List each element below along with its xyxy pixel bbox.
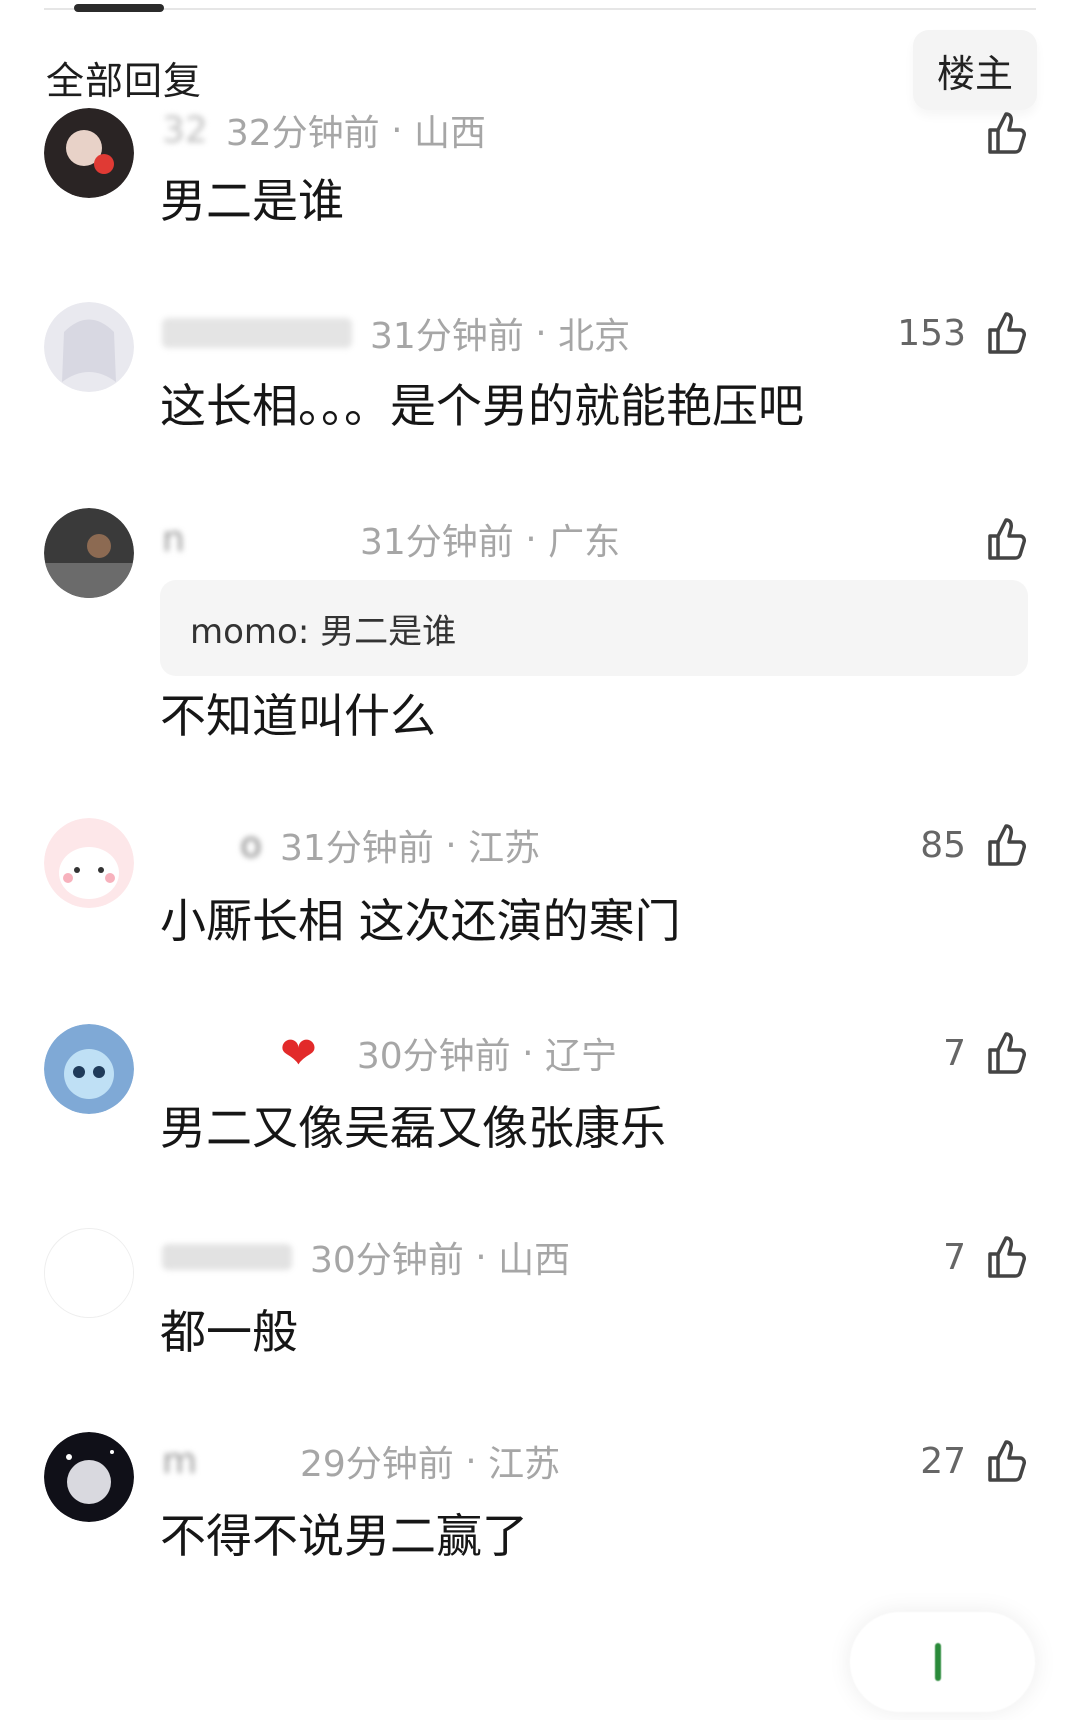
all-replies-title: 全部回复 [46,59,203,103]
username[interactable]: n [162,519,342,560]
like-button[interactable]: 85 [920,820,1030,870]
thumbs-up-icon [988,518,1026,560]
comment-region: 辽宁 [545,1036,618,1077]
avatar[interactable] [44,1024,134,1114]
comment-text: 小厮长相 这次还演的寒门 [160,894,681,948]
thumbs-up-icon [988,1032,1026,1074]
thumbs-up-icon [988,112,1026,154]
heart-icon: ❤ [280,1027,317,1079]
comment-meta: 32 32分钟前 · 山西 [162,105,486,155]
like-button[interactable]: 7 [943,1232,1030,1282]
thumbs-up-icon [988,1236,1026,1278]
meta-separator: · [510,1032,546,1074]
username[interactable] [162,318,352,348]
comment-time: 31分钟前 [280,828,434,869]
meta-separator: · [379,109,414,151]
avatar[interactable] [44,1432,134,1522]
quoted-reply[interactable]: momo: 男二是谁 [160,580,1028,676]
avatar[interactable] [44,302,134,392]
like-count: 85 [920,824,966,866]
like-count: 153 [897,312,966,354]
meta-separator: · [513,518,549,560]
pill-accent-bar [934,1643,941,1681]
meta-separator: · [463,1236,499,1278]
comment-time: 32分钟前 [225,113,380,154]
comment-region: 北京 [558,316,631,357]
thumbs-up-icon [988,312,1026,354]
meta-separator: · [453,1440,489,1482]
comment-time: 30分钟前 [310,1240,464,1281]
like-count: 7 [943,1236,966,1278]
username[interactable] [162,1244,292,1270]
comment-region: 广东 [548,522,621,563]
like-button[interactable]: 7 [943,1028,1030,1078]
comment-region: 山西 [413,113,486,154]
avatar[interactable] [44,108,134,198]
comment-text: 都一般 [160,1305,298,1359]
comment-text: 不得不说男二赢了 [160,1509,528,1563]
like-button[interactable]: 153 [897,308,1030,358]
like-button[interactable]: 27 [920,1436,1030,1486]
thumbs-up-icon [988,1440,1026,1482]
comment-meta: 31分钟前 · 北京 [162,308,630,358]
floating-action-pill[interactable] [850,1612,1035,1712]
like-button[interactable] [966,514,1030,564]
meta-separator: · [433,824,469,866]
thumbs-up-icon [988,824,1026,866]
top-divider [44,8,1036,10]
avatar[interactable] [44,1228,134,1318]
comment-meta: ❤ 30分钟前 · 辽宁 [162,1027,618,1079]
tab-indicator [74,4,164,12]
comment-time: 31分钟前 [360,522,514,563]
comment-text: 不知道叫什么 [160,689,436,743]
comment-text: 男二又像吴磊又像张康乐 [160,1101,666,1155]
username[interactable]: 32 [162,110,208,151]
avatar[interactable] [44,508,134,598]
comment-region: 山西 [498,1240,571,1281]
comment-text: 男二是谁 [160,174,344,228]
username[interactable]: m [162,1441,282,1482]
comment-text: 这长相。。。是个男的就能艳压吧 [160,379,804,433]
like-count: 27 [920,1440,966,1482]
like-count: 7 [943,1032,966,1074]
avatar[interactable] [44,818,134,908]
comment-region: 江苏 [468,828,541,869]
comment-time: 29分钟前 [300,1444,454,1485]
meta-separator: · [523,312,559,354]
username[interactable]: o [162,825,262,866]
comment-time: 31分钟前 [370,316,524,357]
comment-meta: n 31分钟前 · 广东 [162,514,620,564]
comment-meta: m 29分钟前 · 江苏 [162,1436,560,1486]
like-button[interactable] [966,108,1030,158]
comment-meta: o 31分钟前 · 江苏 [162,820,540,870]
comment-region: 江苏 [488,1444,561,1485]
comment-meta: 30分钟前 · 山西 [162,1232,570,1282]
op-only-button[interactable]: 楼主 [913,30,1037,110]
comment-time: 30分钟前 [356,1036,511,1077]
